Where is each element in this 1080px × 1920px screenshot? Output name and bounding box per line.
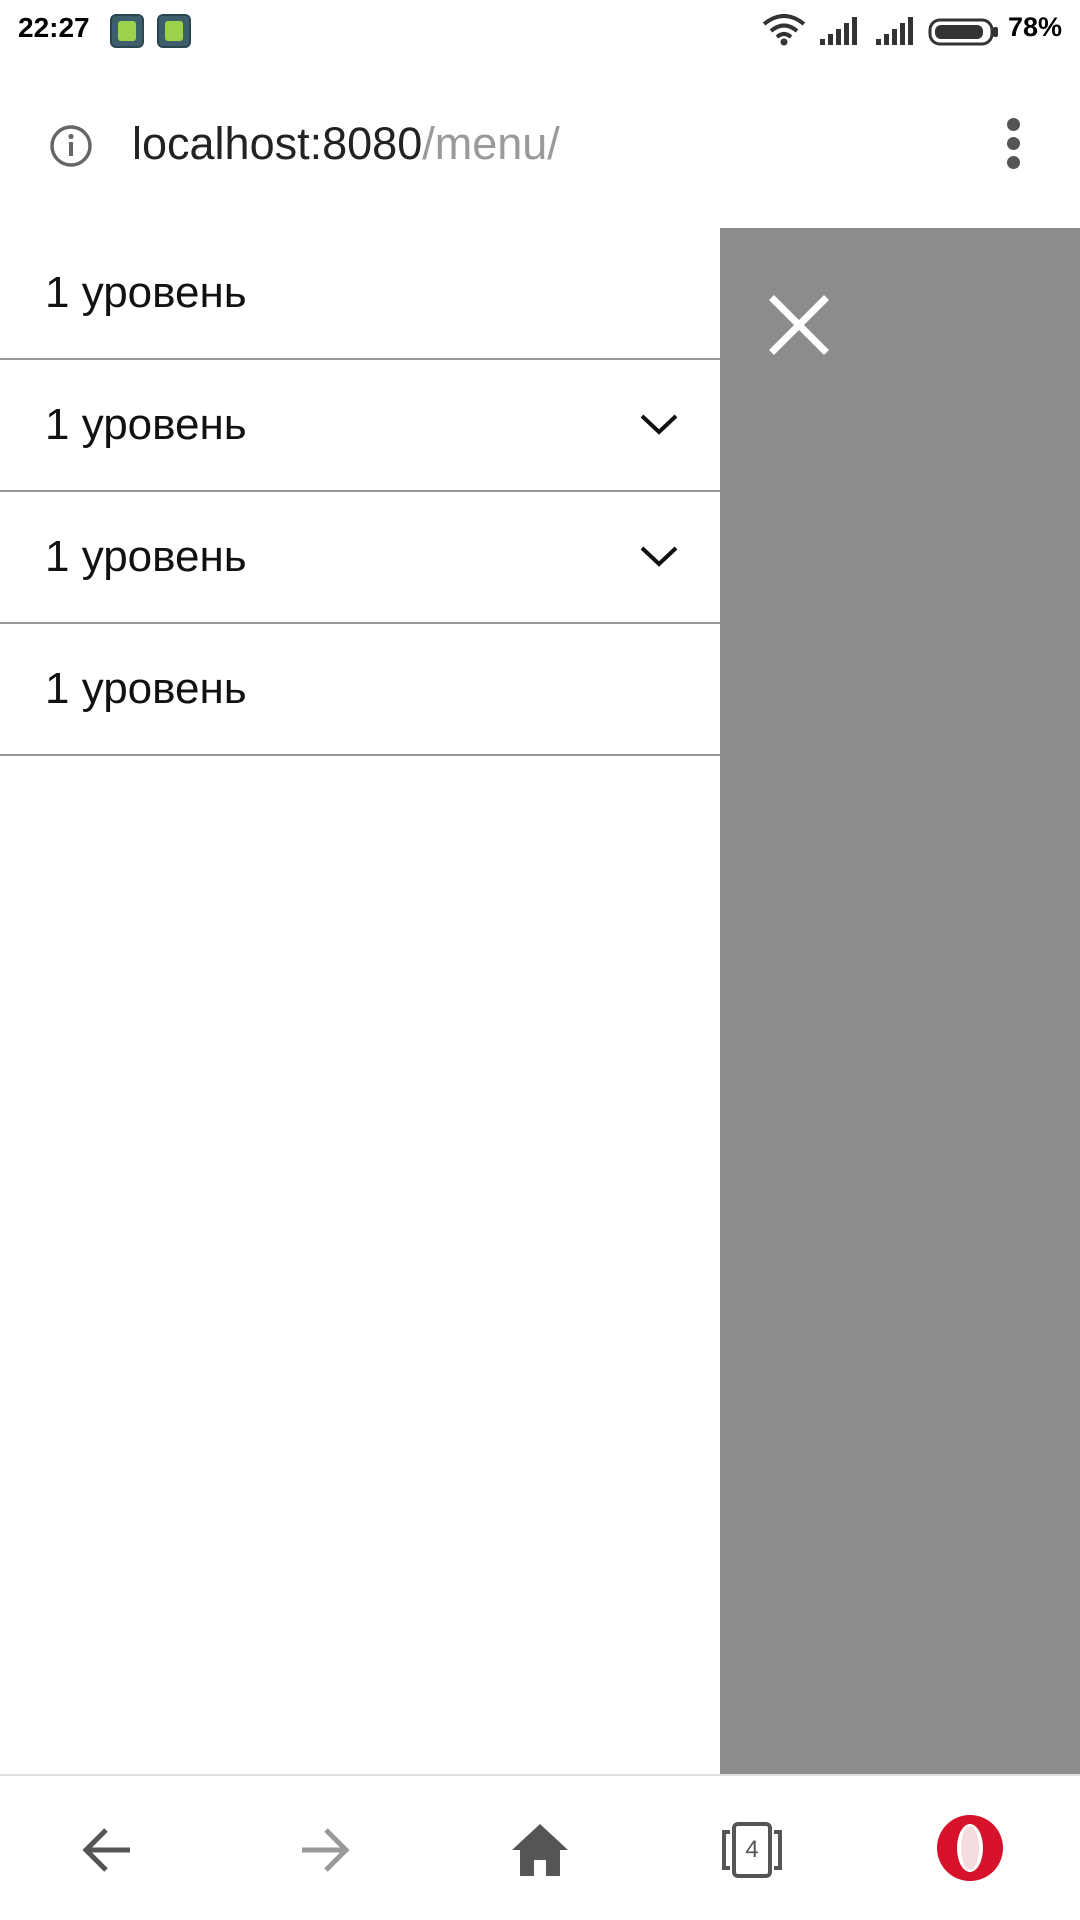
side-menu: 1 уровень 1 уровень 1 уровень 1 уровень [0, 228, 720, 1774]
notification-app-icon [110, 14, 144, 48]
status-time: 22:27 [18, 12, 90, 43]
url-host: localhost:8080 [132, 118, 423, 169]
battery-icon [928, 18, 998, 46]
forward-arrow-icon[interactable] [292, 1818, 356, 1882]
url-path: /menu/ [422, 118, 560, 169]
kebab-menu-icon[interactable] [1000, 118, 1028, 170]
menu-item-label: 1 уровень [45, 532, 247, 581]
opera-logo-icon[interactable] [934, 1812, 1006, 1884]
tab-count: 4 [745, 1836, 759, 1863]
wifi-icon [762, 14, 806, 46]
url-field[interactable]: localhost:8080/menu/ [132, 118, 560, 170]
signal-icon [876, 17, 913, 45]
menu-item-1[interactable]: 1 уровень [0, 228, 720, 360]
menu-item-4[interactable]: 1 уровень [0, 624, 720, 756]
back-arrow-icon[interactable] [76, 1818, 140, 1882]
status-bar: 22:27 78% [0, 0, 1080, 62]
menu-item-label: 1 уровень [45, 400, 247, 449]
battery-percentage: 78% [1008, 12, 1063, 42]
menu-item-label: 1 уровень [45, 268, 247, 317]
chevron-down-icon[interactable] [638, 410, 680, 438]
notification-app-icon [157, 14, 191, 48]
menu-item-label: 1 уровень [45, 664, 247, 713]
menu-overlay[interactable] [720, 228, 1080, 1774]
signal-icon [820, 17, 857, 45]
tabs-button[interactable]: 4 [720, 1818, 784, 1882]
close-icon[interactable] [768, 294, 830, 356]
menu-item-3[interactable]: 1 уровень [0, 492, 720, 624]
menu-item-2[interactable]: 1 уровень [0, 360, 720, 492]
chevron-down-icon[interactable] [638, 542, 680, 570]
home-icon[interactable] [508, 1818, 572, 1882]
info-icon[interactable] [48, 123, 94, 169]
